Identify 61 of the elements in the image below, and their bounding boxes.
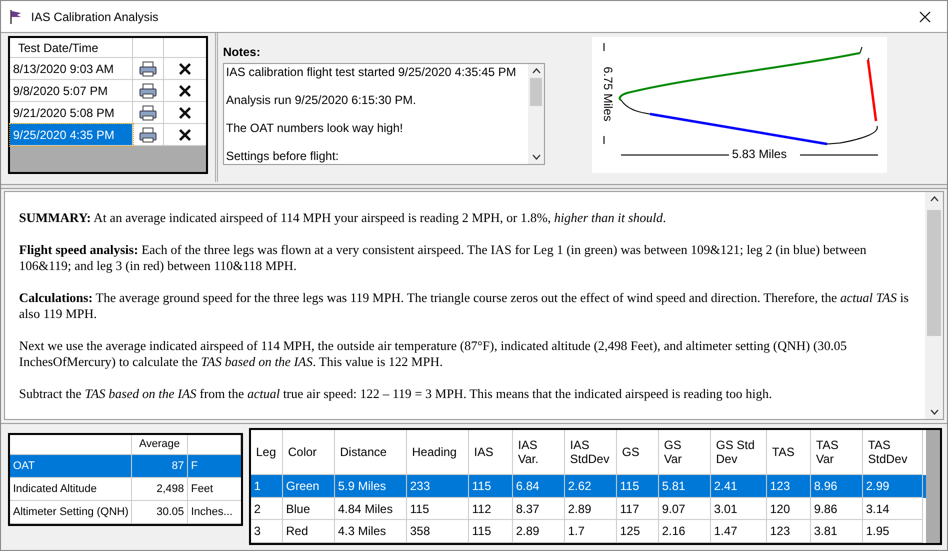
average-value: 87: [132, 455, 188, 478]
table-cell: 2.89: [513, 520, 565, 543]
delete-icon[interactable]: [178, 62, 192, 76]
table-cell: 125: [617, 520, 659, 543]
axis-label: 5.83 Miles: [732, 147, 787, 161]
scroll-thumb[interactable]: [927, 210, 941, 336]
table-cell: 4.3 Miles: [335, 520, 407, 543]
printer-icon[interactable]: [139, 82, 157, 98]
average-value: 30.05: [132, 501, 188, 524]
table-cell: 358: [407, 520, 469, 543]
leg-row[interactable]: 3 Red 4.3 Miles 358 115 2.89 1.7 125 2.16 1.47 123 3.81 1.95: [251, 520, 926, 543]
close-icon[interactable]: [919, 10, 931, 22]
scroll-up-icon[interactable]: [930, 196, 938, 202]
table-cell: 115: [469, 520, 513, 543]
leg-row[interactable]: 1 Green 5.9 Miles 233 115 6.84 2.62 115 5.81 2.41 123 8.96 2.99: [251, 475, 926, 498]
printer-icon[interactable]: [139, 104, 157, 120]
scrollbar[interactable]: [925, 192, 943, 419]
notes-line: The OAT numbers look way high!: [226, 121, 404, 135]
flag-icon: [9, 8, 23, 24]
delete-icon[interactable]: [178, 106, 192, 120]
table-cell: Red: [283, 520, 335, 543]
test-date-cell[interactable]: 9/25/2020 4:35 PM: [10, 124, 133, 146]
table-cell: 3: [251, 520, 283, 543]
window-title: IAS Calibration Analysis: [31, 8, 158, 26]
average-name: OAT: [10, 455, 132, 478]
average-name: Altimeter Setting (QNH): [10, 501, 132, 524]
average-value: 2,498: [132, 478, 188, 501]
table-cell: 1.7: [565, 520, 617, 543]
average-name: Indicated Altitude: [10, 478, 132, 501]
delete-icon[interactable]: [178, 84, 192, 98]
notes-line: IAS calibration flight test started 9/25/2020 4:35:45 PM: [226, 65, 518, 79]
table-cell: 3.81: [811, 520, 863, 543]
table-cell: 2.16: [659, 520, 711, 543]
notes-field[interactable]: IAS calibration flight test started 9/25/2020 4:35:45 PM Analysis run 9/25/2020 6:15:30 PM. The OAT numbers look way high! Settings before flight:: [223, 63, 545, 165]
leg-row[interactable]: 2 Blue 4.84 Miles 115 112 8.37 2.89 117 9.07 3.01 120 9.86 3.14: [251, 498, 926, 520]
notes-label: Notes:: [223, 44, 262, 61]
summary-paragraph: Flight speed analysis: Each of the three legs was flown at a very consistent airspeed. The IAS for Leg 1 (in green) was between 109&121; leg 2 (in blue) between 106&119; and leg 3 (in red) between 110&118 MPH.: [19, 242, 868, 274]
average-unit: Inches...: [188, 501, 241, 524]
summary-paragraph: Subtract the TAS based on the IAS from the actual true air speed: 122 – 119 = 3 MPH. This means that the indicated airspeed is reading too high.: [19, 386, 774, 402]
table-cell: 1.95: [863, 520, 923, 543]
average-unit: F: [188, 455, 241, 478]
table-cell: 1.47: [711, 520, 767, 543]
scroll-up-icon[interactable]: [532, 68, 540, 74]
scroll-down-icon[interactable]: [930, 409, 938, 415]
table-cell: 123: [767, 520, 811, 543]
printer-icon[interactable]: [139, 126, 157, 142]
delete-icon[interactable]: [178, 128, 192, 142]
scroll-thumb[interactable]: [530, 78, 542, 106]
summary-paragraph: SUMMARY: At an average indicated airspeed of 114 MPH your airspeed is reading 2 MPH, or 1.8%, higher than it should.: [19, 210, 668, 226]
axis-label: 6.75 Miles: [601, 66, 615, 124]
scrollbar[interactable]: [528, 64, 544, 164]
notes-line: Settings before flight:: [226, 149, 340, 163]
average-row[interactable]: Altimeter Setting (QNH) 30.05 Inches...: [10, 501, 241, 524]
summary-paragraph: Next we use the average indicated airspeed of 114 MPH, the outside air temperature (87°F), indicated altitude (2,498 Feet), and altimeter setting (QNH) (30.05 InchesOfMercury) to calculate the TAS based on the IAS. This value is 122 MPH.: [19, 338, 848, 370]
scroll-down-icon[interactable]: [532, 154, 540, 160]
printer-icon[interactable]: [139, 60, 157, 76]
summary-paragraph: Calculations: The average ground speed for the three legs was 119 MPH. The triangle course zeros out the effect of wind speed and direction. Therefore, the actual TAS is also 119 MPH.: [19, 290, 910, 322]
average-row[interactable]: OAT 87 F: [10, 455, 241, 478]
notes-line: Analysis run 9/25/2020 6:15:30 PM.: [226, 93, 418, 107]
average-unit: Feet: [188, 478, 241, 501]
average-row[interactable]: Indicated Altitude 2,498 Feet: [10, 478, 241, 501]
